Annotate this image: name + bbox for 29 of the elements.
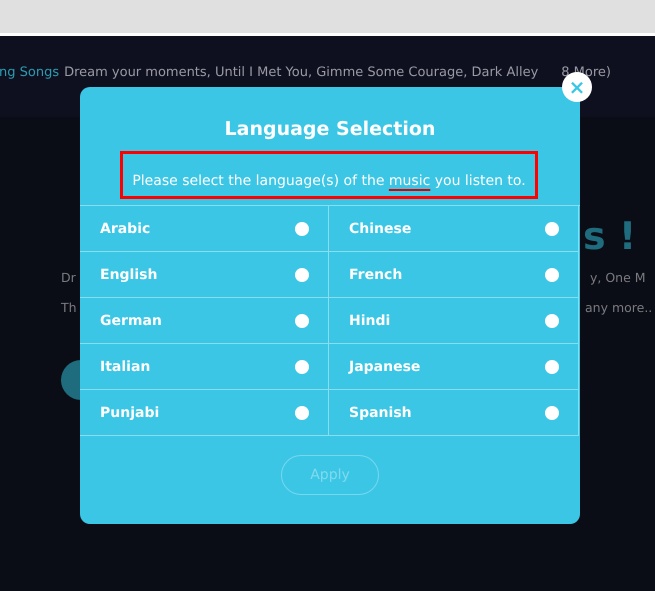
radio-button[interactable] xyxy=(295,314,309,328)
hero-text: Dr xyxy=(61,270,76,285)
now-playing-label: ng Songs xyxy=(0,65,60,80)
hero-text: s ! xyxy=(583,214,638,260)
radio-button[interactable] xyxy=(545,406,559,420)
language-option[interactable]: Chinese xyxy=(329,206,579,252)
hero-text: y, One M xyxy=(590,270,647,287)
radio-button[interactable] xyxy=(295,222,309,236)
language-option[interactable]: Hindi xyxy=(329,298,579,344)
radio-button[interactable] xyxy=(295,360,309,374)
language-option[interactable]: German xyxy=(80,298,329,344)
dialog-title: Language Selection xyxy=(224,117,436,142)
radio-button[interactable] xyxy=(545,222,559,236)
language-option[interactable]: Italian xyxy=(80,344,329,390)
radio-button[interactable] xyxy=(295,406,309,420)
radio-button[interactable] xyxy=(295,268,309,282)
radio-button[interactable] xyxy=(545,268,559,282)
language-option[interactable]: Punjabi xyxy=(80,390,329,436)
language-option[interactable]: English xyxy=(80,252,329,298)
language-option[interactable]: French xyxy=(329,252,579,298)
language-option[interactable]: Japanese xyxy=(329,344,579,390)
language-option[interactable]: Spanish xyxy=(329,390,579,436)
now-playing-songs: Dream your moments, Until I Met You, Gimme Some Courage, Dark Alley xyxy=(64,65,538,80)
hero-text: any more.. xyxy=(585,300,654,317)
language-option[interactable]: Arabic xyxy=(80,206,329,252)
instruction-text: Please select the language(s) of the music you listen to. xyxy=(120,151,538,199)
hero-text: Th xyxy=(61,300,77,315)
radio-button[interactable] xyxy=(545,314,559,328)
radio-button[interactable] xyxy=(545,360,559,374)
